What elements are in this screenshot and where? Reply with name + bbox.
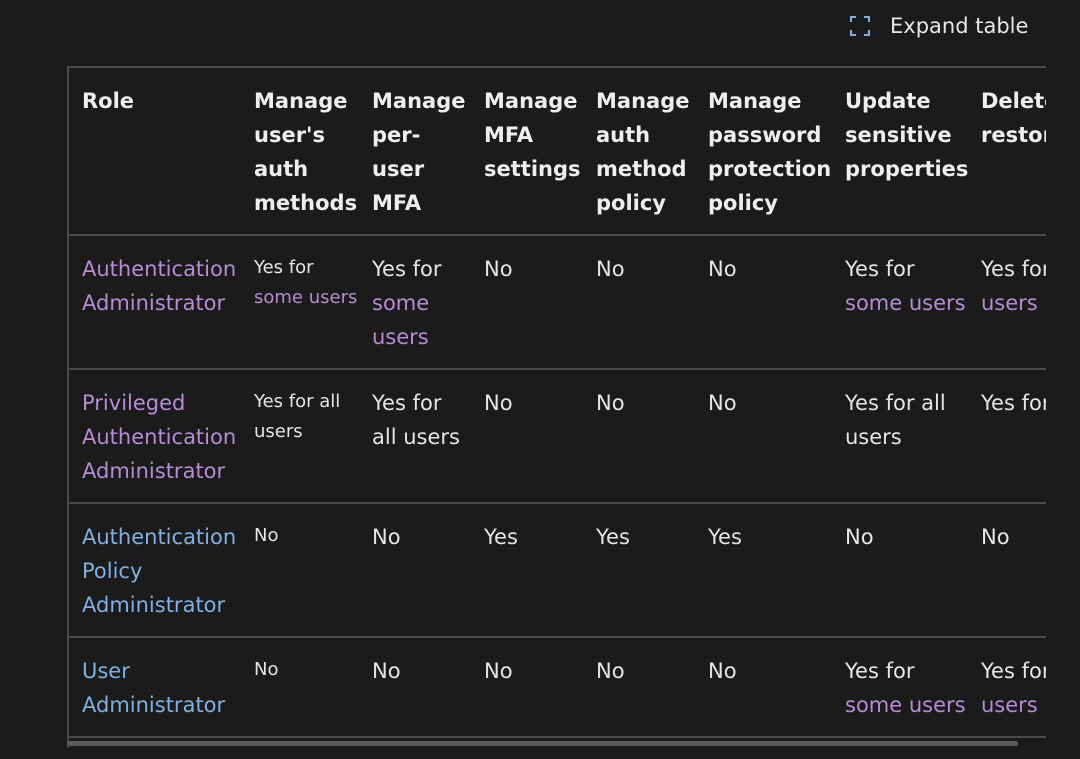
permission-cell: No — [359, 636, 471, 738]
header-update-sensitive-properties: Update sensitive properties — [832, 66, 968, 235]
permission-cell: No — [695, 234, 832, 369]
header-manage-auth-method-policy: Manage auth method policy — [583, 66, 695, 235]
permission-cell: Yes for some users — [241, 234, 359, 369]
permission-cell: Yes for some users — [968, 636, 1046, 738]
permission-cell: Yes for all users — [359, 368, 471, 503]
expand-table-label: Expand table — [890, 14, 1029, 38]
role-cell: User Administrator — [69, 636, 241, 738]
permission-text: No — [484, 659, 513, 683]
permission-cell: No — [695, 636, 832, 738]
permission-cell: Yes for some users — [832, 234, 968, 369]
permission-cell: No — [583, 636, 695, 738]
permission-text: Yes for all users — [845, 391, 946, 449]
permission-text: No — [372, 659, 401, 683]
permission-cell: No — [241, 636, 359, 738]
role-link[interactable]: Privileged Authentication Administrator — [82, 391, 236, 483]
permission-text: No — [596, 391, 625, 415]
permission-cell: No — [359, 502, 471, 637]
permission-cell: Yes for all users — [968, 368, 1046, 503]
some-users-link[interactable]: some users — [254, 287, 357, 308]
table-row: Authentication Administrator Yes for some… — [69, 234, 1046, 369]
permission-text: No — [254, 659, 279, 680]
permission-cell: Yes for all users — [241, 368, 359, 503]
permission-cell: Yes for some users — [359, 234, 471, 369]
permission-cell: Yes — [471, 502, 583, 637]
permission-text: Yes for all users — [981, 391, 1046, 415]
permission-text: Yes for — [845, 257, 915, 281]
permission-cell: Yes for all users — [832, 368, 968, 503]
permission-text: Yes — [484, 525, 518, 549]
permission-cell: No — [583, 234, 695, 369]
permission-text: No — [845, 525, 874, 549]
permission-cell: Yes for some users — [968, 234, 1046, 369]
permission-cell: No — [583, 368, 695, 503]
header-manage-auth-methods: Manage user's auth methods — [241, 66, 359, 235]
table-header-row: Role Manage user's auth methods Manage p… — [69, 66, 1046, 235]
header-manage-password-protection-policy: Manage password protection policy — [695, 66, 832, 235]
permission-cell: No — [241, 502, 359, 637]
permission-text: No — [596, 659, 625, 683]
role-link[interactable]: Authentication Administrator — [82, 257, 236, 315]
role-cell: Privileged Authentication Administrator — [69, 368, 241, 503]
permission-text: Yes for all users — [372, 391, 460, 449]
table-row: User Administrator No No No No No Yes for some… — [69, 636, 1046, 738]
permission-text: No — [254, 525, 279, 546]
header-role: Role — [69, 66, 241, 235]
permission-text: No — [372, 525, 401, 549]
permission-text: No — [981, 525, 1010, 549]
permission-cell: Yes — [583, 502, 695, 637]
permission-text: Yes for — [845, 659, 915, 683]
permission-cell: No — [471, 234, 583, 369]
table-row: Authentication Policy Administrator No No Y… — [69, 502, 1046, 637]
permission-text: No — [484, 257, 513, 281]
roles-table-container: Role Manage user's auth methods Manage p… — [67, 66, 1046, 748]
expand-icon — [850, 16, 870, 36]
permission-text: No — [708, 659, 737, 683]
roles-table: Role Manage user's auth methods Manage p… — [69, 66, 1046, 738]
role-link[interactable]: Authentication Policy Administrator — [82, 525, 236, 617]
header-delete-restore-users: Delete and restore users — [968, 66, 1046, 235]
some-users-link[interactable]: some users — [845, 693, 966, 717]
permission-cell: Yes for some users — [832, 636, 968, 738]
permission-text: No — [484, 391, 513, 415]
permission-text: Yes for — [981, 659, 1046, 683]
permission-text: Yes — [596, 525, 630, 549]
role-link[interactable]: User Administrator — [82, 659, 225, 717]
permission-cell: No — [832, 502, 968, 637]
permission-cell: No — [695, 368, 832, 503]
permission-text: Yes for — [254, 257, 314, 278]
expand-table-button[interactable]: Expand table — [848, 14, 1028, 38]
header-manage-per-user-mfa: Manage per-user MFA — [359, 66, 471, 235]
permission-text: Yes for — [981, 257, 1046, 281]
header-manage-mfa-settings: Manage MFA settings — [471, 66, 583, 235]
permission-cell: No — [471, 368, 583, 503]
permission-cell: Yes — [695, 502, 832, 637]
role-cell: Authentication Policy Administrator — [69, 502, 241, 637]
permission-cell: No — [968, 502, 1046, 637]
permission-text: Yes — [708, 525, 742, 549]
some-users-link[interactable]: some users — [845, 291, 966, 315]
horizontal-scrollbar[interactable] — [68, 741, 1018, 746]
permission-text: Yes for all users — [254, 391, 341, 442]
permission-text: Yes for — [372, 257, 442, 281]
permission-text: No — [708, 391, 737, 415]
permission-text: No — [596, 257, 625, 281]
permission-text: No — [708, 257, 737, 281]
role-cell: Authentication Administrator — [69, 234, 241, 369]
some-users-link[interactable]: some users — [372, 291, 429, 349]
permission-cell: No — [471, 636, 583, 738]
table-row: Privileged Authentication Administrator Y… — [69, 368, 1046, 503]
